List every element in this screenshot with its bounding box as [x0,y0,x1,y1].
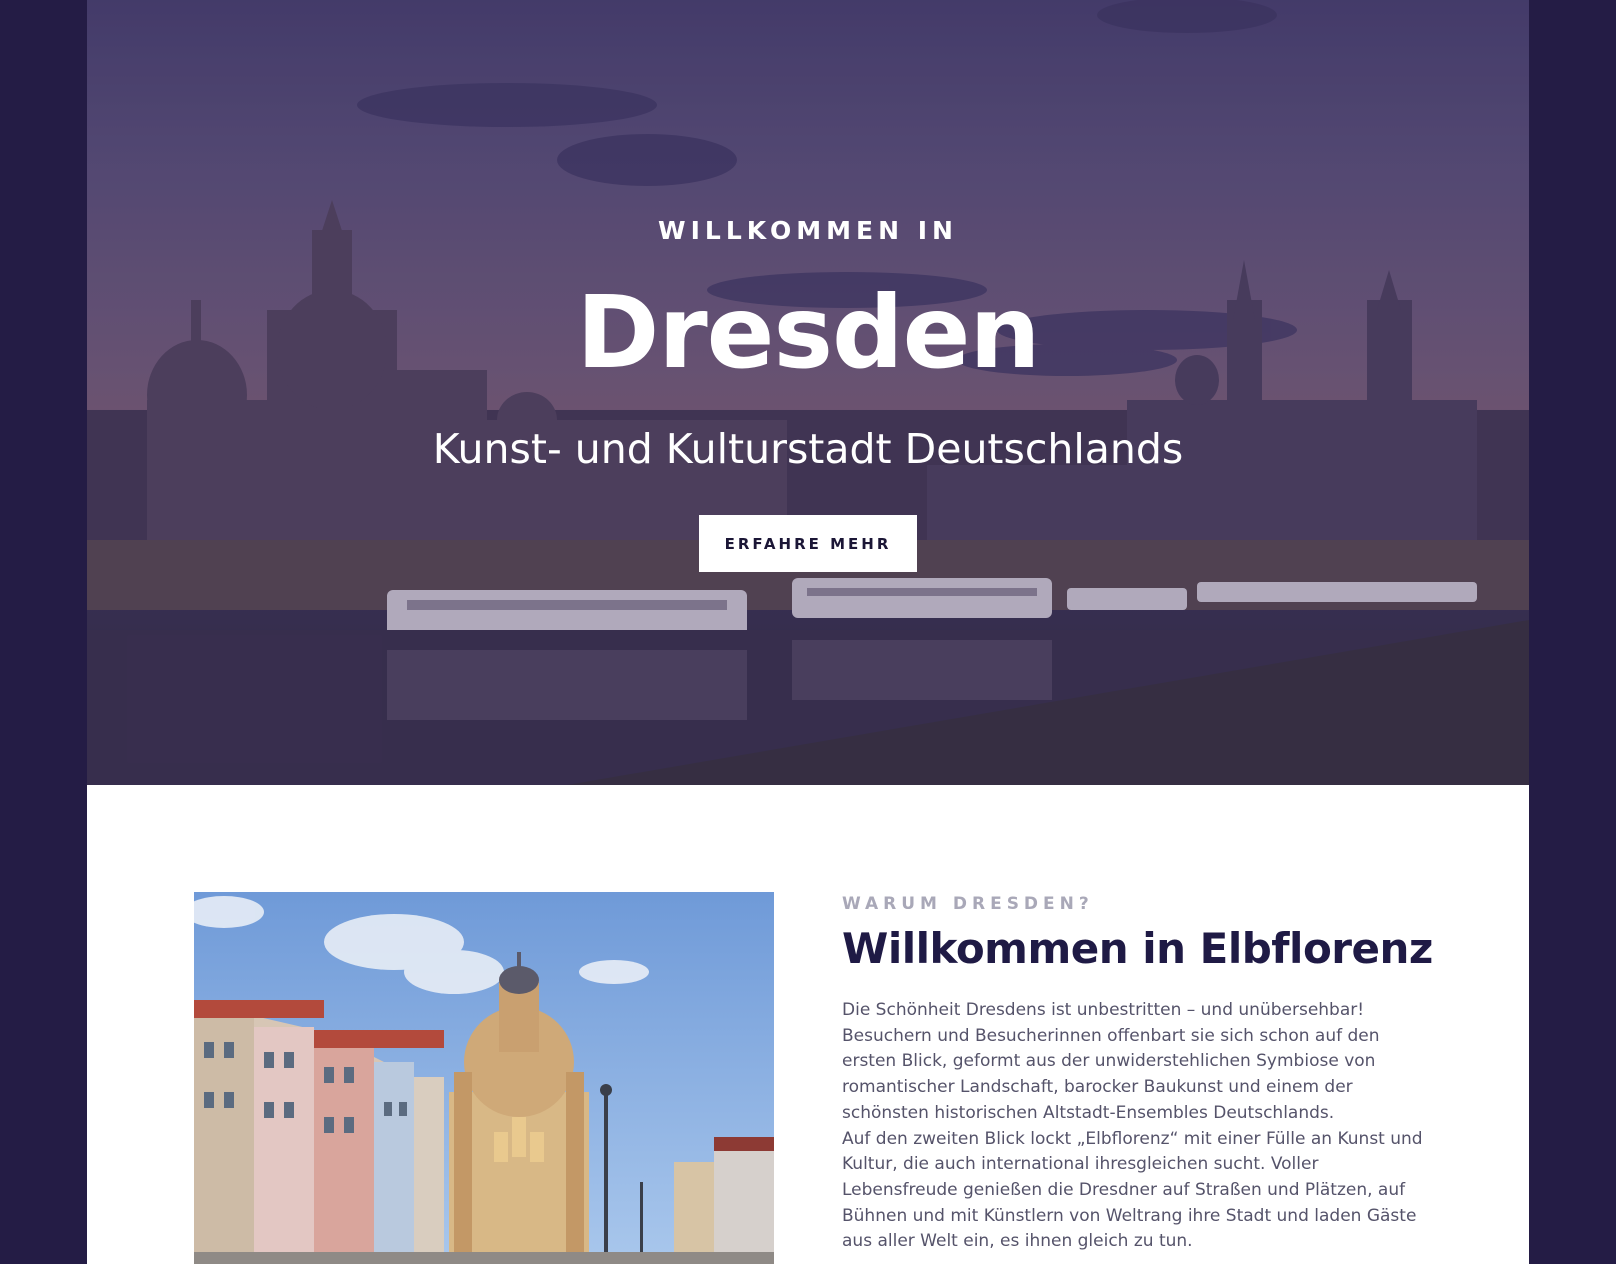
hero-subtitle: Kunst- und Kulturstadt Deutschlands [432,425,1184,473]
hero-overlay [87,0,1529,785]
learn-more-button[interactable]: ERFAHRE MEHR [699,515,917,572]
intro-paragraph: Die Schönheit Dresdens ist unbestritten … [842,1000,1380,1123]
section-title: Willkommen in Elbflorenz [842,924,1433,973]
section-eyebrow: WARUM DRESDEN? [842,894,1094,914]
intro-body: Die Schönheit Dresdens ist unbestritten … [842,998,1430,1255]
frauenkirche-image [194,892,774,1264]
hero-section: WILLKOMMEN IN Dresden Kunst- und Kulturs… [87,0,1529,785]
hero-kicker: WILLKOMMEN IN [658,216,958,245]
page: WILLKOMMEN IN Dresden Kunst- und Kulturs… [87,0,1529,1264]
intro-paragraph: Auf den zweiten Blick lockt „Elbflorenz“… [842,1128,1423,1252]
hero-title: Dresden [576,274,1040,391]
